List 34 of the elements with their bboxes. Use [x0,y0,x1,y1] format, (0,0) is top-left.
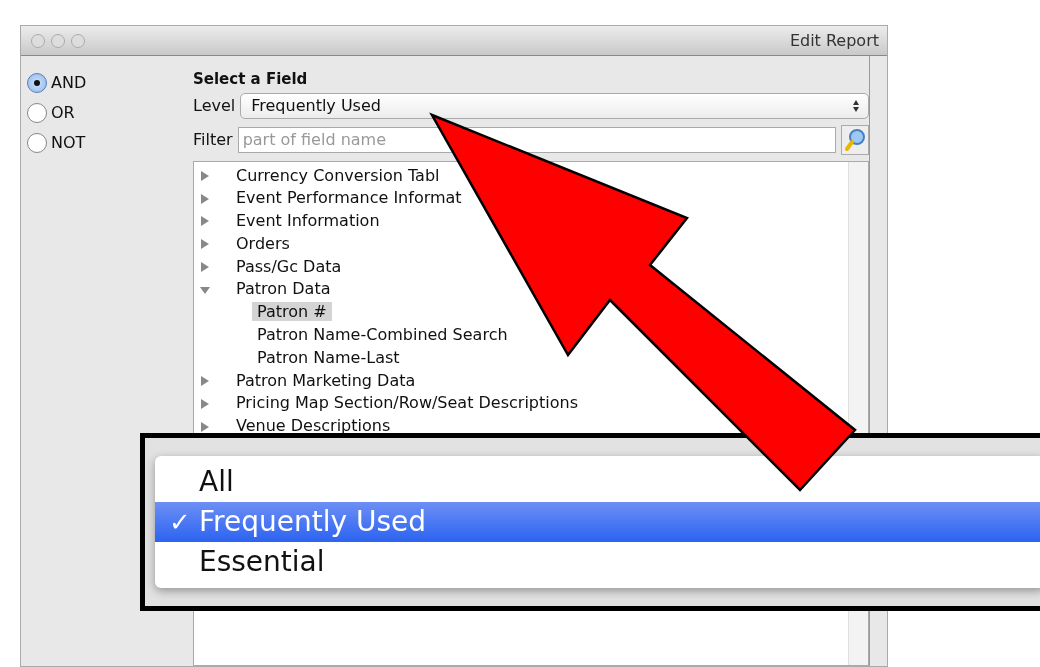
checkmark-icon: ✓ [169,502,191,542]
disclosure-triangle-icon[interactable] [200,238,210,251]
tree-item[interactable]: Currency Conversion Tabl [200,164,440,188]
tree-item[interactable]: Pass/Gc Data [200,255,342,279]
radio-option[interactable]: OR [27,98,185,128]
tree-item[interactable]: Pricing Map Section/Row/Seat Descriptions [200,392,578,416]
disclosure-triangle-icon[interactable] [200,261,210,274]
tree-item[interactable]: Patron Name-Last [252,347,405,367]
tree-item[interactable]: Patron Marketing Data [200,369,416,393]
section-heading: Select a Field [193,69,309,90]
menu-item[interactable]: All [155,462,1040,502]
disclosure-triangle-icon[interactable] [200,397,210,410]
level-select[interactable]: Frequently Used [240,92,869,119]
tree-item[interactable]: Event Information [200,210,380,233]
disclosure-triangle-icon[interactable] [200,375,210,388]
radio-option[interactable]: AND [27,68,185,98]
level-label: Level [193,94,236,117]
filter-field[interactable]: part of field name [237,126,836,153]
tree-item[interactable]: Event Performance Informat [200,187,462,211]
disclosure-triangle-icon[interactable] [200,169,210,182]
disclosure-triangle-icon[interactable] [200,420,210,433]
tree-item[interactable]: Venue Descriptions [200,415,391,439]
search-button[interactable] [841,124,869,155]
filter-label: Filter [193,128,233,151]
disclosure-triangle-icon[interactable] [200,192,210,205]
radio-option[interactable]: NOT [27,128,185,158]
menu-item[interactable]: ✓ Frequently Used [155,502,1040,542]
window-title: Edit Report [789,29,879,52]
tree-item[interactable]: Patron Name-Combined Search [252,325,513,345]
menu-item[interactable]: Essential [155,542,1040,582]
tree-item[interactable]: Patron Data [200,278,331,302]
disclosure-triangle-icon[interactable] [200,215,210,228]
tree-item[interactable]: Orders [200,232,290,256]
tree-item[interactable]: Patron # [252,302,332,322]
